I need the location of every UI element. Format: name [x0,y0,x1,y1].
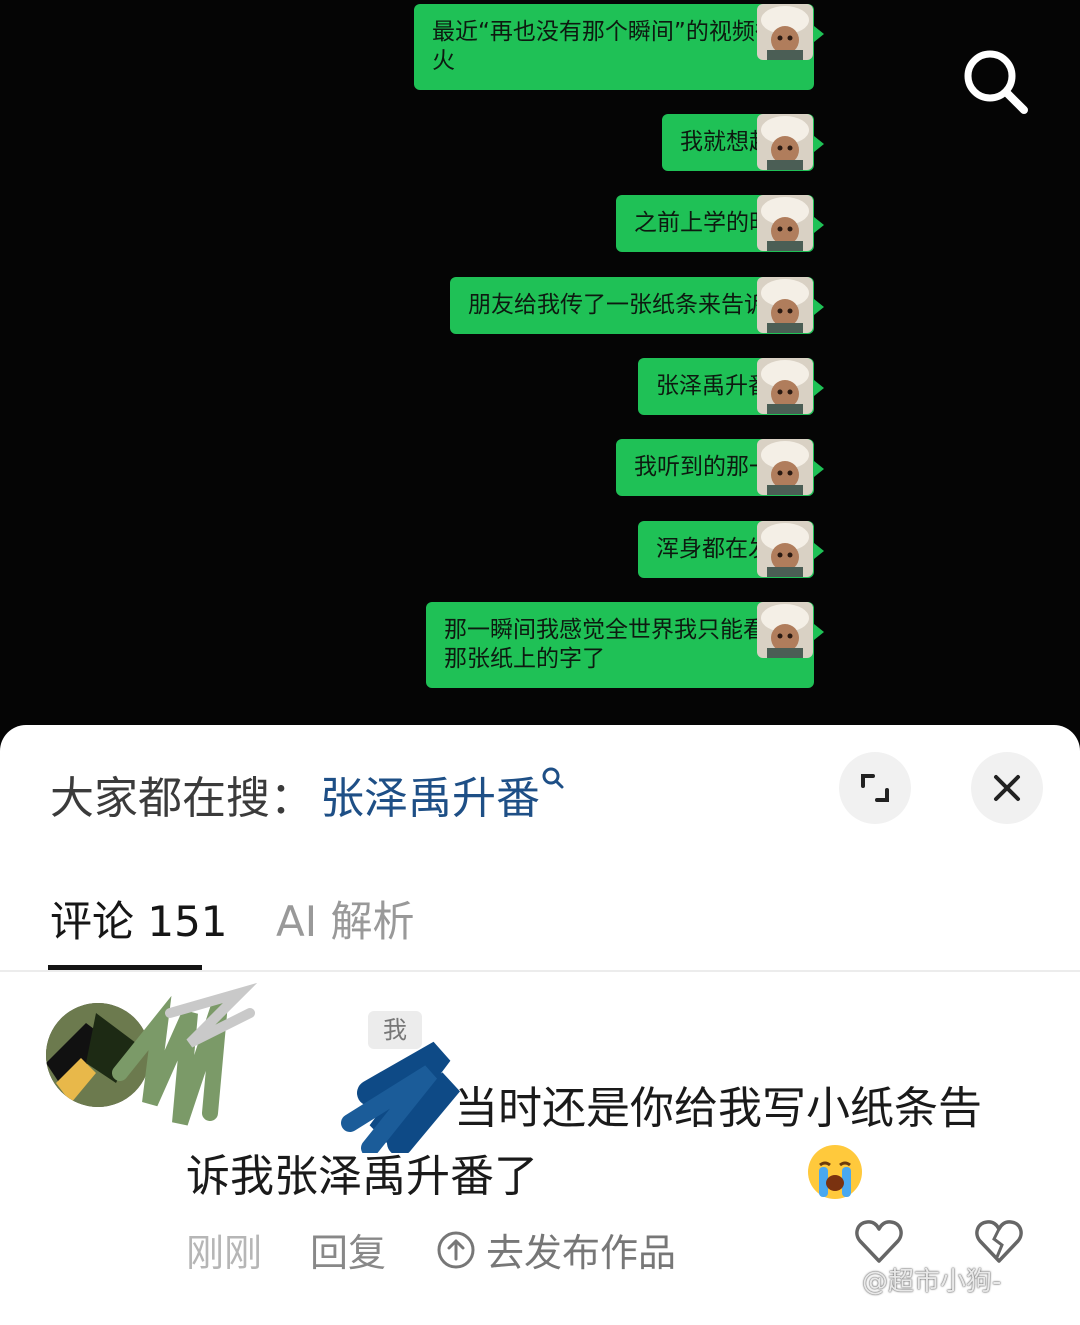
publish-work-button[interactable]: 去发布作品 [436,1222,676,1277]
like-heart-icon[interactable] [854,1217,904,1265]
close-icon [994,775,1020,801]
trending-label: 大家都在搜： [50,773,314,824]
reply-button[interactable]: 回复 [310,1222,386,1277]
publish-label: 去发布作品 [486,1231,677,1275]
watermark: @超市小狗- [862,1267,1002,1297]
comment-time: 刚刚 [186,1231,263,1275]
loudly-crying-face-icon [538,1143,862,1201]
dislike-broken-heart-icon[interactable] [974,1217,1024,1265]
avatar [757,602,813,658]
comment-text: 当时还是你给我写小纸条告诉我张泽禹升番了 [186,1075,1006,1211]
avatar [757,4,813,60]
avatar [757,521,813,577]
me-badge: 我 [368,1011,422,1049]
avatar [757,277,813,333]
search-icon [540,765,570,795]
avatar [757,114,813,170]
chat-bubble: 最近“再也没有那个瞬间”的视频很火 [414,4,824,90]
tab-ai-analysis[interactable]: AI 解析 [276,888,414,949]
search-icon[interactable] [960,46,1030,116]
avatar [757,358,813,414]
expand-icon [861,774,889,802]
close-button[interactable] [971,752,1043,824]
upload-icon [437,1231,475,1268]
chat-bubble: 那一瞬间我感觉全世界我只能看见那张纸上的字了 [426,602,824,688]
chat-screenshot: 最近“再也没有那个瞬间”的视频很火 我就想起来 之前上学的时候 朋友给我传了一张… [0,0,1080,740]
avatar [757,439,813,495]
avatar [757,195,813,251]
trending-search-link[interactable]: 张泽禹升番 [320,762,540,826]
comment-sheet: 大家都在搜： 张泽禹升番 评论 151 AI 解析 我 当时还是你给我写小纸条告… [0,725,1080,1325]
divider [0,970,1080,972]
tab-comments[interactable]: 评论 151 [50,888,228,949]
expand-button[interactable] [839,752,911,824]
